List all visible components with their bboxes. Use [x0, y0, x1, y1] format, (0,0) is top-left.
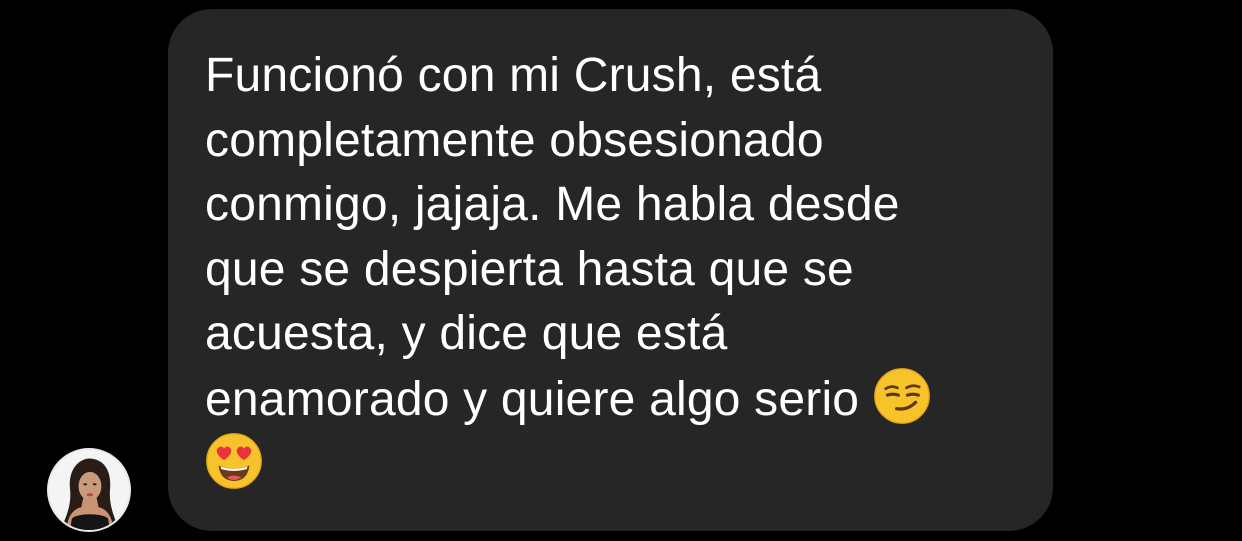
message-line-6: enamorado y quiere algo serio: [205, 372, 860, 426]
sender-avatar[interactable]: [47, 448, 131, 532]
message-line-2: completamente obsesionado: [205, 113, 824, 167]
avatar-photo: [49, 450, 129, 530]
message-bubble[interactable]: Funcionó con mi Crush, está completament…: [168, 9, 1053, 531]
message-line-4: que se despierta hasta que se: [205, 242, 854, 296]
message-line-5: acuesta, y dice que está: [205, 307, 728, 360]
heart-eyes-emoji-icon: [205, 432, 263, 490]
smirking-face-emoji-icon: [873, 367, 931, 425]
message-line-3: conmigo, jajaja. Me habla desde: [205, 178, 900, 231]
message-text: Funcionó con mi Crush, está completament…: [205, 44, 1023, 498]
message-line-1: Funcionó con mi Crush, está: [205, 49, 822, 102]
